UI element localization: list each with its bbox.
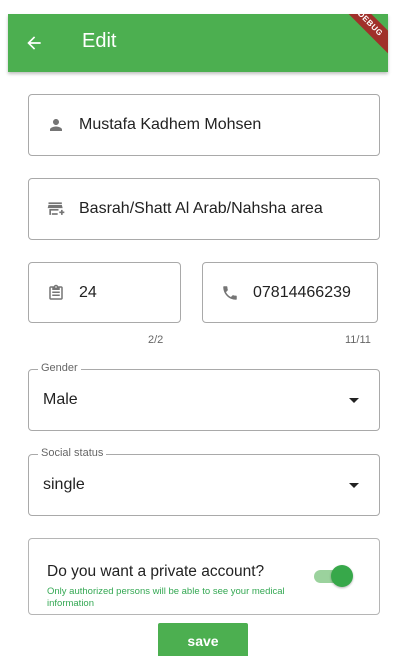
phone-value: 07814466239 (253, 283, 351, 301)
address-value: Basrah/Shatt Al Arab/Nahsha area (79, 200, 323, 217)
name-field[interactable]: Mustafa Kadhem Mohsen (28, 94, 380, 156)
gender-select[interactable]: Gender Male (28, 362, 380, 431)
save-button[interactable]: save (158, 623, 248, 656)
age-counter: 2/2 (148, 334, 164, 346)
phone-counter: 11/11 (345, 334, 371, 346)
gender-label: Gender (38, 362, 81, 374)
clipboard-icon (45, 282, 67, 304)
phone-icon (219, 282, 241, 304)
age-field[interactable]: 24 (28, 262, 181, 323)
social-status-value: single (43, 476, 85, 493)
social-status-select[interactable]: Social status single (28, 447, 380, 516)
social-status-label: Social status (38, 447, 107, 459)
page-title: Edit (82, 30, 117, 52)
age-value: 24 (79, 283, 97, 301)
address-field[interactable]: Basrah/Shatt Al Arab/Nahsha area (28, 178, 380, 240)
private-account-card: Do you want a private account? Only auth… (28, 538, 380, 615)
arrow-back-icon (27, 36, 41, 50)
dropdown-arrow-icon (349, 398, 359, 403)
private-account-description: Only authorized persons will be able to … (47, 586, 285, 609)
dropdown-arrow-icon (349, 483, 359, 488)
edit-screen: Edit DEBUG Mustafa Kadhem Mohsen Basrah/… (0, 0, 393, 656)
private-account-toggle[interactable] (314, 565, 353, 587)
phone-field[interactable]: 07814466239 (202, 262, 378, 323)
private-account-question: Do you want a private account? (47, 563, 265, 580)
toggle-thumb (331, 565, 353, 587)
address-icon (45, 198, 67, 220)
gender-value: Male (43, 391, 78, 408)
person-icon (45, 114, 67, 136)
name-value: Mustafa Kadhem Mohsen (79, 116, 262, 133)
back-button[interactable] (20, 29, 48, 57)
debug-banner: DEBUG (336, 14, 388, 58)
app-bar: Edit DEBUG (8, 14, 388, 72)
